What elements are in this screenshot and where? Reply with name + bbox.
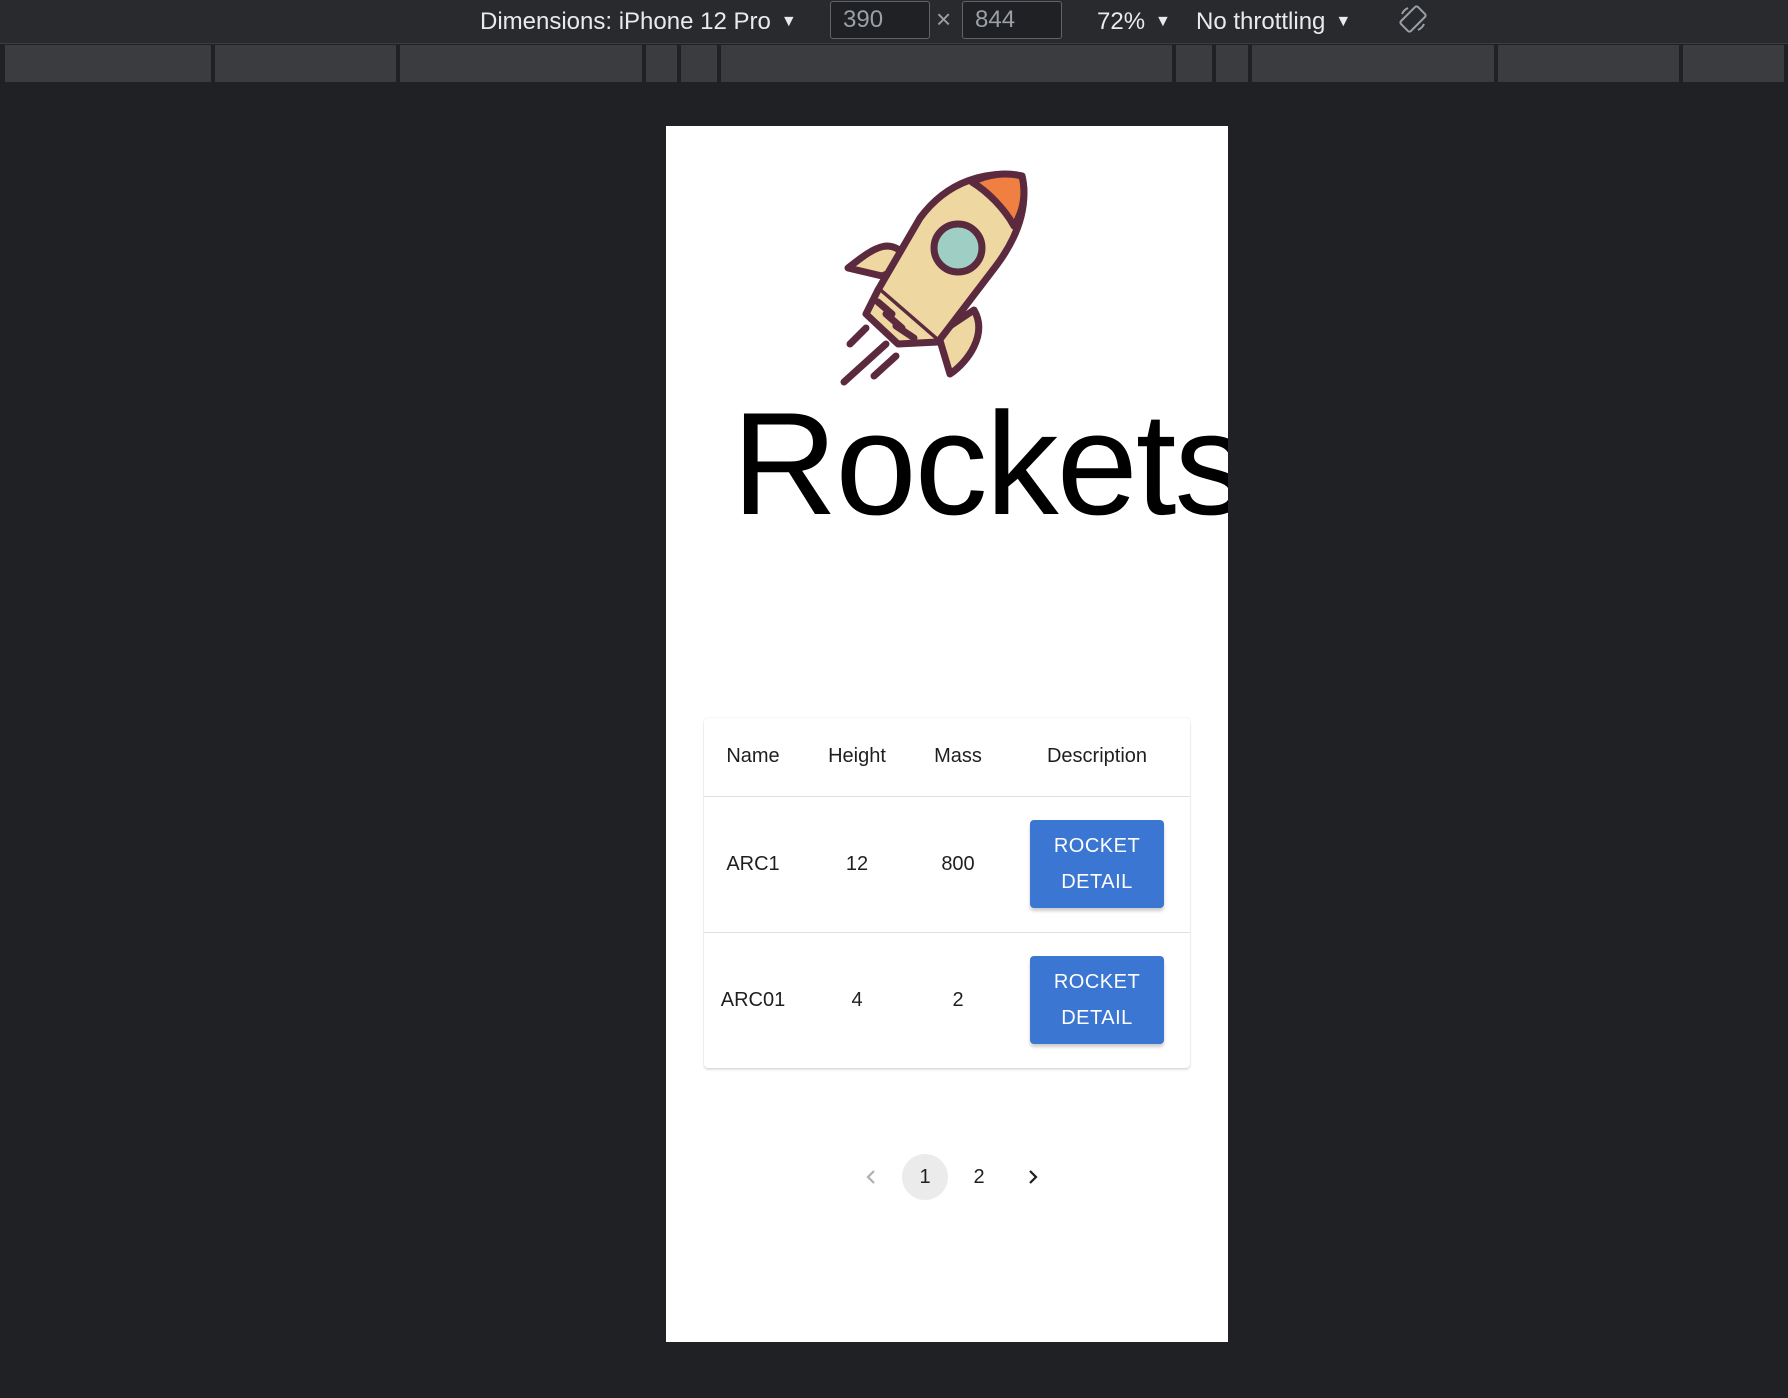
rotate-icon[interactable] (1398, 4, 1428, 34)
media-query-segment[interactable] (1176, 45, 1213, 82)
width-input[interactable]: 390 (830, 1, 930, 39)
button-label-line1: ROCKET (1053, 835, 1141, 857)
media-query-segment[interactable] (1683, 45, 1784, 82)
media-query-segment[interactable] (721, 45, 1173, 82)
rocket-height: 4 (851, 988, 863, 1011)
page-title: Rockets (732, 382, 1228, 545)
next-page-button[interactable] (1010, 1154, 1056, 1200)
button-label-line2: DETAIL (1061, 1007, 1133, 1030)
device-toolbar: Dimensions: iPhone 12 Pro ▼ 390 × 844 72… (0, 0, 1788, 44)
media-query-bar (0, 45, 1788, 82)
media-query-segment[interactable] (1497, 45, 1680, 82)
chevron-down-icon: ▼ (1155, 13, 1171, 30)
table-row: ARC1 12 800 ROCKET DETAIL (704, 796, 1190, 932)
media-query-segment[interactable] (1252, 45, 1494, 82)
media-query-segment[interactable] (214, 45, 397, 82)
table-row: ARC01 4 2 ROCKET DETAIL (704, 932, 1190, 1068)
rocket-detail-button[interactable]: ROCKET DETAIL (1030, 956, 1164, 1045)
media-query-segment[interactable] (681, 45, 718, 82)
chevron-right-icon (1029, 1170, 1038, 1184)
dimensions-label: Dimensions: iPhone 12 Pro (480, 8, 771, 35)
throttling-label: No throttling (1196, 8, 1326, 35)
chevron-left-icon (866, 1170, 875, 1184)
column-header-name: Name (726, 745, 780, 768)
height-input[interactable]: 844 (962, 1, 1062, 39)
rocket-mass: 2 (952, 988, 964, 1011)
device-viewport: Rockets Name Height Mass Description ARC… (666, 126, 1228, 1342)
device-dimensions-dropdown[interactable]: Dimensions: iPhone 12 Pro ▼ (480, 4, 797, 40)
button-label-line1: ROCKET (1053, 971, 1141, 994)
page-button-2[interactable]: 2 (956, 1154, 1002, 1200)
previous-page-button[interactable] (848, 1154, 894, 1200)
rocket-mass: 800 (941, 852, 975, 875)
pagination: 1 2 (844, 1154, 1060, 1200)
media-query-segment[interactable] (645, 45, 678, 82)
column-header-description: Description (1046, 745, 1148, 768)
rocket-height: 12 (845, 852, 869, 875)
times-icon: × (936, 4, 952, 34)
media-query-segment[interactable] (400, 45, 642, 82)
rockets-table: Name Height Mass Description ARC1 12 800… (704, 718, 1190, 1068)
page-button-1[interactable]: 1 (902, 1154, 948, 1200)
rocket-name: ARC01 (720, 988, 786, 1011)
button-label-line2: DETAIL (1061, 871, 1133, 893)
table-header-row: Name Height Mass Description (704, 718, 1190, 796)
zoom-dropdown[interactable]: 72% ▼ (1097, 4, 1171, 40)
media-query-segment[interactable] (1216, 45, 1249, 82)
zoom-label: 72% (1097, 8, 1146, 35)
rocket-icon (840, 170, 1028, 386)
chevron-down-icon: ▼ (780, 13, 797, 30)
throttling-dropdown[interactable]: No throttling ▼ (1196, 4, 1351, 40)
media-query-segment[interactable] (5, 45, 211, 82)
rocket-name: ARC1 (726, 852, 780, 875)
column-header-height: Height (828, 745, 886, 768)
column-header-mass: Mass (934, 745, 982, 768)
chevron-down-icon: ▼ (1335, 13, 1352, 30)
rocket-detail-button[interactable]: ROCKET DETAIL (1030, 820, 1164, 908)
